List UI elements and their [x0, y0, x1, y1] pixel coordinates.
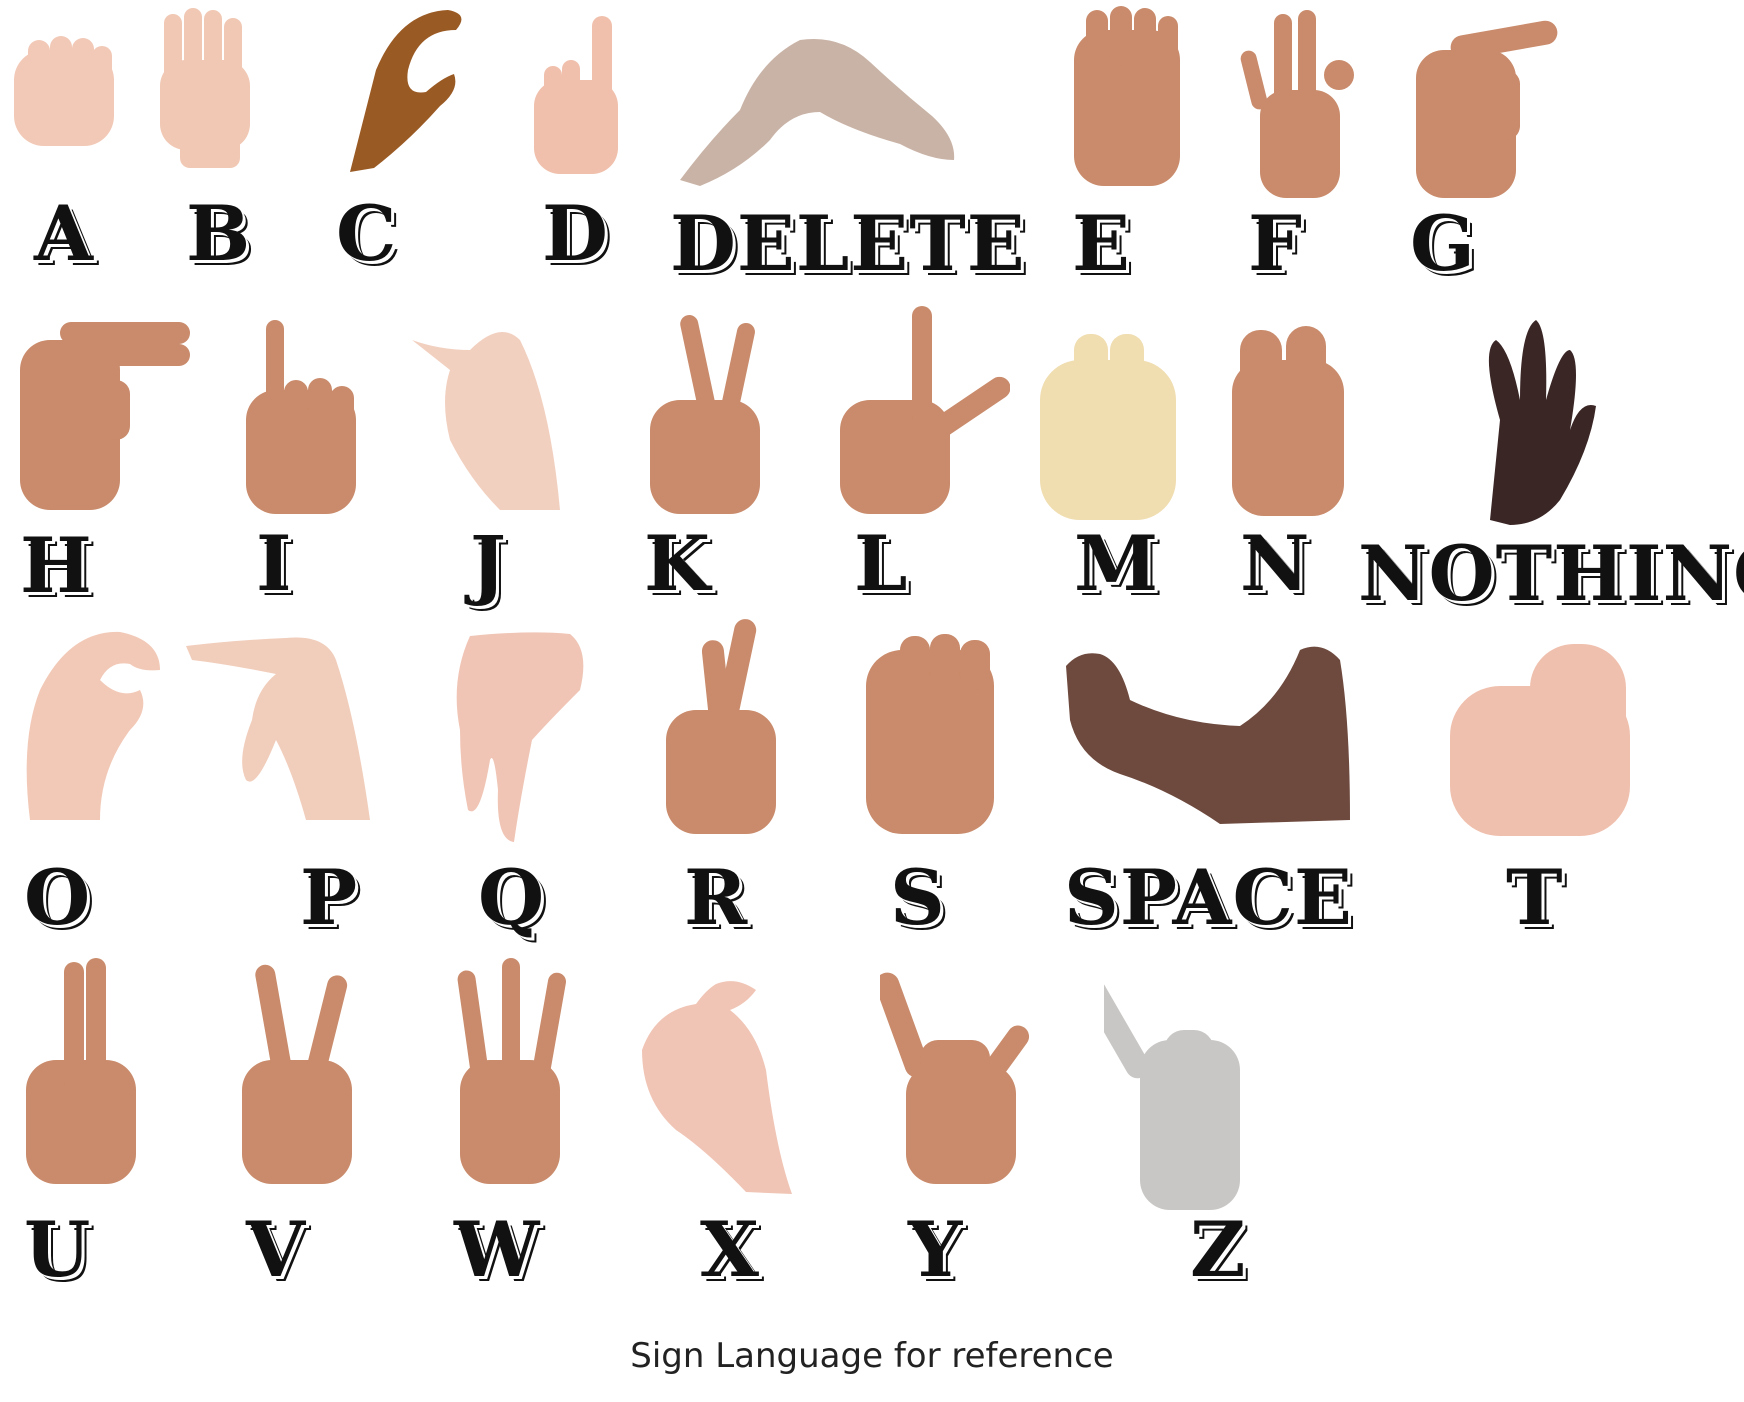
sign-label: R	[684, 853, 749, 942]
hand-sign-e-icon	[1074, 6, 1180, 186]
sign-label: G	[1410, 199, 1476, 288]
sign-cell-p: P	[186, 630, 376, 940]
hand-sign-j-icon	[412, 332, 560, 510]
sign-cell-e: E	[1070, 0, 1190, 300]
hand-sign-v-icon	[242, 964, 352, 1184]
chart-caption: Sign Language for reference	[630, 1336, 1114, 1376]
sign-label: S	[890, 853, 946, 942]
sign-label: C	[336, 189, 398, 278]
sign-label: U	[24, 1205, 92, 1294]
hand-sign-g-icon	[1416, 20, 1558, 198]
sign-cell-z: Z	[1104, 970, 1284, 1288]
sign-cell-x: X	[636, 970, 796, 1288]
sign-cell-f: F	[1240, 0, 1360, 300]
hand-sign-m-icon	[1040, 334, 1176, 520]
sign-label: NOTHING	[1358, 529, 1744, 618]
hand-sign-x-icon	[642, 981, 792, 1194]
sign-label: F	[1248, 199, 1303, 288]
hand-sign-b-icon	[160, 8, 250, 168]
hand-sign-w-icon	[457, 958, 566, 1184]
sign-label: L	[854, 519, 909, 608]
sign-cell-nothing: NOTHING	[1358, 310, 1744, 618]
hand-sign-p-icon	[186, 637, 370, 820]
sign-label: DELETE	[670, 199, 1026, 288]
sign-cell-h: H	[0, 310, 200, 610]
sign-label: M	[1074, 519, 1160, 608]
sign-label: B	[186, 189, 252, 278]
sign-label: V	[246, 1205, 306, 1294]
sign-label: W	[454, 1205, 541, 1294]
hand-sign-t-icon	[1450, 644, 1630, 836]
sign-cell-d: D	[530, 0, 630, 300]
sign-label: J	[470, 519, 507, 608]
sign-label: H	[20, 521, 93, 610]
sign-label: SPACE	[1064, 853, 1353, 942]
hand-sign-k-icon	[650, 315, 760, 514]
sign-cell-v: V	[236, 960, 366, 1288]
sign-cell-l: L	[840, 300, 1010, 610]
hand-sign-l-icon	[840, 306, 1010, 514]
sign-label: T	[1506, 853, 1564, 942]
hand-sign-r-icon	[666, 619, 776, 834]
sign-cell-r: R	[660, 610, 800, 940]
hand-sign-n-icon	[1232, 326, 1344, 516]
hand-sign-s-icon	[866, 634, 994, 834]
sign-label: E	[1072, 199, 1131, 288]
hand-sign-nothing-icon	[1488, 320, 1596, 525]
sign-label: D	[542, 189, 609, 278]
sign-cell-w: W	[450, 950, 580, 1288]
sign-cell-c: C	[330, 0, 470, 300]
hand-sign-delete-icon	[680, 38, 955, 186]
sign-cell-k: K	[640, 310, 780, 610]
sign-cell-u: U	[20, 950, 150, 1288]
sign-cell-s: S	[860, 630, 1000, 940]
sign-label: Q	[478, 853, 546, 942]
hand-sign-o-icon	[26, 631, 160, 820]
sign-cell-i: I	[240, 310, 370, 610]
hand-sign-y-icon	[880, 972, 1030, 1184]
hand-sign-h-icon	[20, 322, 190, 510]
hand-sign-q-icon	[456, 632, 584, 842]
sign-label: N	[1240, 519, 1311, 608]
hand-sign-z-icon	[1104, 979, 1240, 1210]
sign-cell-o: O	[20, 620, 160, 940]
sign-cell-b: B	[150, 0, 270, 300]
sign-label: P	[300, 853, 359, 942]
hand-sign-i-icon	[246, 320, 356, 514]
sign-label: X	[700, 1205, 760, 1294]
sign-cell-a: A	[0, 0, 140, 300]
sign-label: O	[24, 853, 92, 942]
sign-label: Z	[1190, 1205, 1247, 1294]
hand-sign-space-icon	[1066, 646, 1350, 824]
sign-label: A	[34, 189, 94, 278]
sign-cell-g: G	[1410, 0, 1560, 300]
sign-label: K	[644, 519, 712, 608]
sign-cell-space: SPACE	[1060, 640, 1360, 940]
hand-sign-a-icon	[14, 36, 114, 146]
hand-sign-c-icon	[350, 10, 462, 172]
hand-sign-d-icon	[534, 16, 618, 174]
hand-sign-f-icon	[1240, 10, 1354, 198]
sign-cell-n: N	[1230, 320, 1350, 610]
sign-cell-q: Q	[440, 620, 600, 940]
sign-cell-t: T	[1450, 640, 1650, 940]
sign-cell-y: Y	[880, 960, 1060, 1288]
sign-label: I	[256, 519, 293, 608]
sign-label: Y	[908, 1205, 964, 1294]
hand-sign-u-icon	[26, 958, 136, 1184]
sign-cell-m: M	[1040, 330, 1180, 610]
sign-cell-j: J	[410, 310, 560, 610]
sign-cell-delete: DELETE	[670, 0, 1025, 300]
